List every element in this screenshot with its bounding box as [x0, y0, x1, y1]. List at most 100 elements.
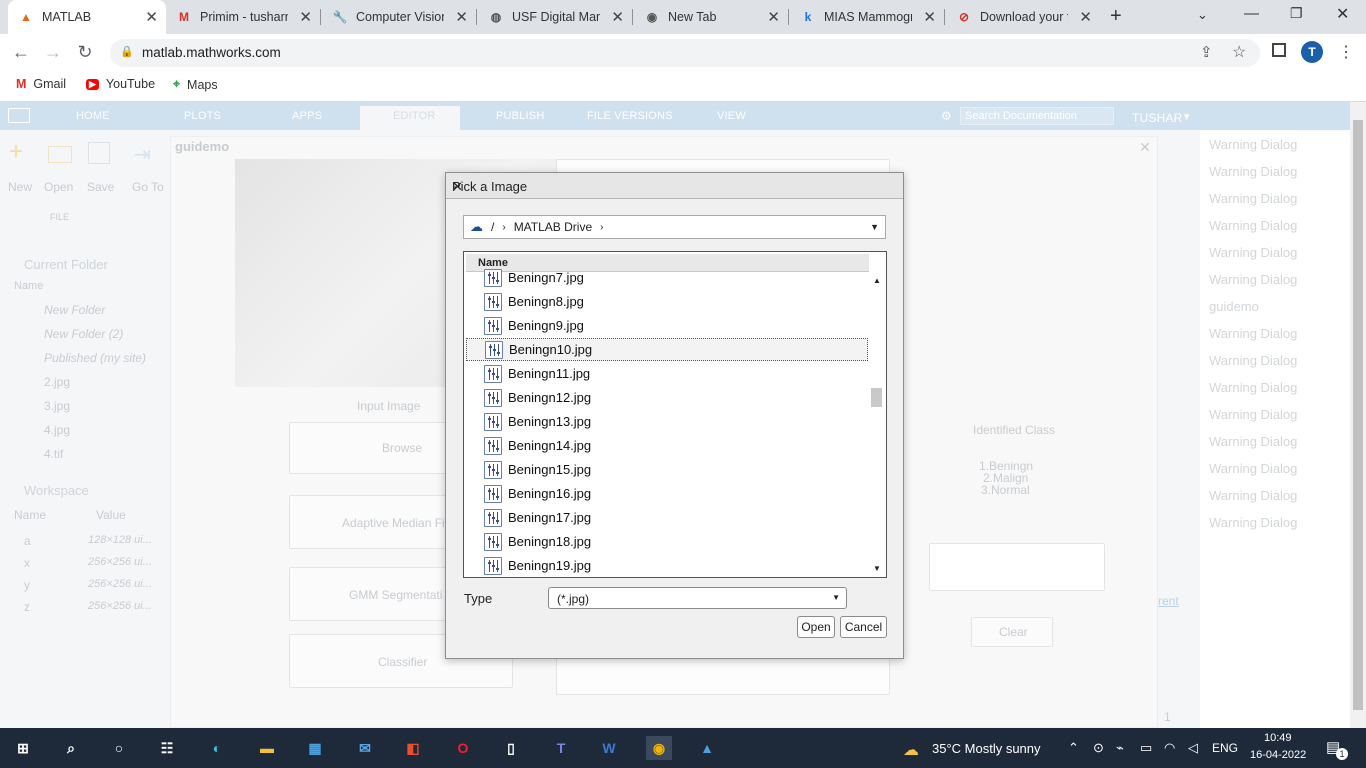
file-explorer-icon[interactable]: ▬ [254, 736, 280, 760]
file-row[interactable]: Beningn9.jpg [466, 314, 868, 337]
tab-file-versions[interactable]: FILE VERSIONS [587, 110, 673, 122]
tab-matlab[interactable]: ▲ MATLAB ✕ [8, 0, 166, 34]
close-tab-icon[interactable]: ✕ [923, 8, 936, 26]
close-tab-icon[interactable]: ✕ [145, 8, 158, 26]
window-list-item[interactable]: Warning Dialog [1209, 245, 1297, 260]
window-list-item[interactable]: Warning Dialog [1209, 137, 1297, 152]
open-button[interactable]: Open [44, 180, 73, 194]
file-type-select[interactable]: (*.jpg) ▼ [548, 587, 847, 609]
wifi-icon[interactable]: ◠ [1164, 740, 1175, 756]
page-scroll-thumb[interactable] [1353, 120, 1363, 710]
task-view-icon[interactable]: ☷ [154, 736, 180, 760]
opera-icon[interactable]: O [450, 736, 476, 760]
file-row[interactable]: Beningn17.jpg [466, 506, 868, 529]
folder-item[interactable]: New Folder [44, 303, 105, 317]
file-row[interactable]: Beningn7.jpg [466, 266, 868, 289]
window-list-item[interactable]: Warning Dialog [1209, 218, 1297, 233]
tab-home[interactable]: HOME [76, 110, 110, 122]
dialog-close-icon[interactable]: ✕ [452, 179, 894, 195]
tab-computer-vision[interactable]: 🔧 Computer Vision ✕ [322, 0, 476, 34]
notepad-icon[interactable]: ▯ [498, 736, 524, 760]
teams-icon[interactable]: T [548, 736, 574, 760]
tray-app-icon[interactable]: ⊙ [1093, 740, 1104, 756]
file-item[interactable]: 2.jpg [44, 375, 70, 389]
matlab-layout-icon[interactable] [8, 108, 30, 123]
menu-kebab-icon[interactable]: ⋮ [1338, 42, 1354, 62]
office-icon[interactable]: ◧ [400, 736, 426, 760]
clock-date[interactable]: 16-04-2022 [1250, 749, 1306, 761]
user-menu[interactable]: TUSHAR [1132, 111, 1183, 125]
path-folder[interactable]: MATLAB Drive [514, 220, 592, 234]
close-tab-icon[interactable]: ✕ [455, 8, 468, 26]
documentation-search-input[interactable]: Search Documentation [960, 107, 1114, 125]
file-row[interactable]: Beningn18.jpg [466, 530, 868, 553]
reload-icon[interactable]: ↻ [74, 42, 96, 63]
clock-time[interactable]: 10:49 [1264, 732, 1292, 744]
window-list-item[interactable]: Warning Dialog [1209, 380, 1297, 395]
windows-start-icon[interactable]: ⊞ [10, 736, 36, 760]
file-row[interactable]: Beningn14.jpg [466, 434, 868, 457]
clear-button[interactable]: Clear [999, 625, 1028, 639]
share-icon[interactable]: ⇪ [1200, 43, 1213, 61]
edge-icon[interactable]: ◐ [204, 736, 230, 760]
tab-download[interactable]: ⊘ Download your f ✕ [946, 0, 1100, 34]
window-list-item[interactable]: Warning Dialog [1209, 488, 1297, 503]
tab-search-icon[interactable]: ⌄ [1197, 7, 1208, 23]
weather-icon[interactable]: ☁ [903, 740, 919, 760]
settings-gear-icon[interactable]: ⚙ [941, 109, 952, 123]
window-list-item[interactable]: Warning Dialog [1209, 434, 1297, 449]
tray-chevron-icon[interactable]: ⌃ [1068, 740, 1079, 756]
close-window-icon[interactable]: ✕ [1336, 4, 1349, 24]
battery-icon[interactable]: ▭ [1140, 740, 1152, 756]
close-tab-icon[interactable]: ✕ [611, 8, 624, 26]
profile-avatar[interactable]: T [1301, 41, 1323, 63]
back-icon[interactable]: ← [10, 42, 32, 63]
scroll-up-icon[interactable]: ▲ [873, 276, 881, 285]
page-scrollbar[interactable] [1350, 102, 1366, 728]
scroll-thumb[interactable] [871, 388, 882, 407]
cancel-button[interactable]: Cancel [840, 616, 887, 638]
cortana-icon[interactable]: ○ [106, 736, 132, 760]
bookmark-gmail[interactable]: M Gmail [16, 77, 66, 91]
mail-icon[interactable]: ✉ [352, 736, 378, 760]
workspace-var-name[interactable]: z [24, 600, 30, 614]
file-row[interactable]: Beningn13.jpg [466, 410, 868, 433]
forward-icon[interactable]: → [42, 42, 64, 63]
url-bar[interactable]: 🔒 matlab.mathworks.com ⇪ ☆ [110, 39, 1260, 67]
bookmark-star-icon[interactable]: ☆ [1232, 42, 1246, 62]
workspace-var-name[interactable]: y [24, 578, 30, 592]
tab-view[interactable]: VIEW [717, 110, 746, 122]
new-tab-icon[interactable]: + [1110, 5, 1122, 28]
weather-text[interactable]: 35°C Mostly sunny [932, 741, 1041, 756]
window-list-item[interactable]: Warning Dialog [1209, 515, 1297, 530]
file-row[interactable]: Beningn12.jpg [466, 386, 868, 409]
restore-icon[interactable]: ❐ [1290, 5, 1303, 22]
adaptive-median-filter-button[interactable]: Adaptive Median Fi [342, 516, 445, 530]
window-list-item[interactable]: Warning Dialog [1209, 164, 1297, 179]
file-row[interactable]: Beningn11.jpg [466, 362, 868, 385]
file-row[interactable]: Beningn16.jpg [466, 482, 868, 505]
minimize-icon[interactable]: — [1244, 5, 1259, 22]
network-icon[interactable]: ⌁ [1116, 740, 1124, 756]
file-row[interactable]: Beningn10.jpg [466, 338, 868, 361]
path-root[interactable]: / [491, 220, 494, 234]
tab-editor[interactable]: EDITOR [393, 110, 436, 122]
tab-plots[interactable]: PLOTS [184, 110, 221, 122]
figure-close-icon[interactable]: ✕ [1139, 139, 1151, 156]
window-list-item[interactable]: Warning Dialog [1209, 272, 1297, 287]
workspace-var-name[interactable]: x [24, 556, 30, 570]
path-dropdown-icon[interactable]: ▼ [870, 222, 879, 232]
chrome-taskbar-icon[interactable]: ◉ [646, 736, 672, 760]
bookmark-maps[interactable]: ⌖ Maps [173, 77, 218, 92]
file-row[interactable]: Beningn15.jpg [466, 458, 868, 481]
window-list-item[interactable]: guidemo [1209, 299, 1259, 314]
doc-link[interactable]: rent [1158, 594, 1179, 608]
file-item[interactable]: 4.jpg [44, 423, 70, 437]
open-button[interactable]: Open [797, 616, 835, 638]
window-list-item[interactable]: Warning Dialog [1209, 326, 1297, 341]
folder-item[interactable]: New Folder (2) [44, 327, 123, 341]
file-item[interactable]: 3.jpg [44, 399, 70, 413]
bookmark-youtube[interactable]: ▶ YouTube [86, 77, 155, 91]
new-button[interactable]: New [8, 180, 32, 194]
go-to-button[interactable]: Go To [132, 180, 164, 194]
